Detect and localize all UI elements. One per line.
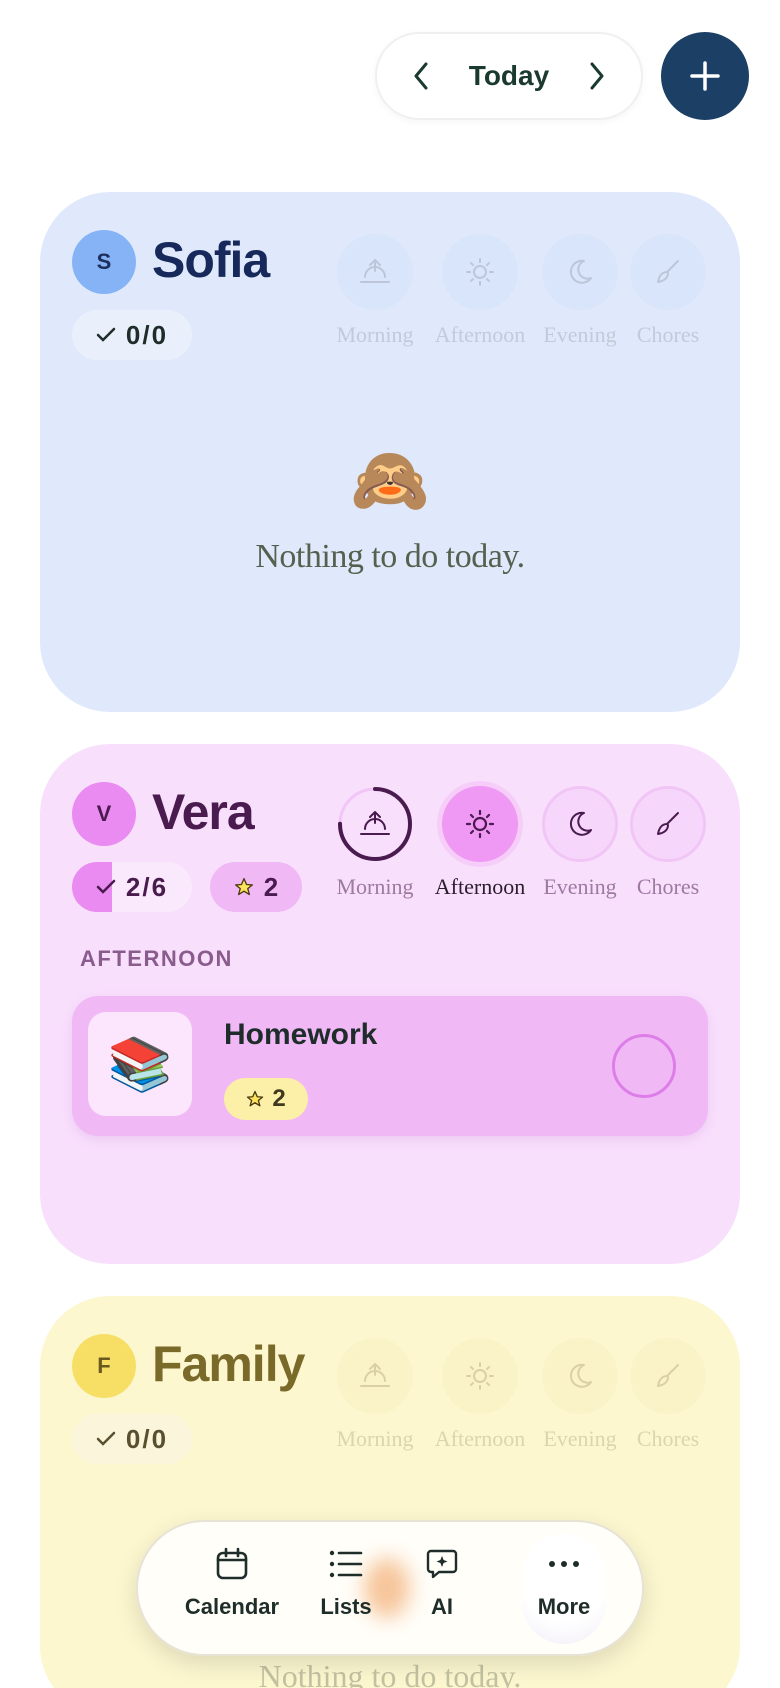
broom-icon: [657, 1364, 679, 1387]
avatar[interactable]: V: [72, 782, 136, 846]
list-icon: [329, 1550, 363, 1578]
section-heading: AFTERNOON: [80, 946, 233, 971]
next-day-button[interactable]: [579, 58, 615, 94]
monkey-emoji-icon: 🙈: [350, 444, 430, 516]
ai-chat-icon: [426, 1549, 458, 1579]
task-count: 2/6: [125, 871, 169, 902]
member-name: Vera: [152, 784, 255, 840]
chevron-right-icon: [590, 62, 604, 90]
task-title: Homework: [224, 1018, 378, 1051]
nav-calendar[interactable]: Calendar: [182, 1544, 282, 1620]
star-icon: [247, 1090, 264, 1107]
nav-more[interactable]: More: [522, 1534, 606, 1644]
moon-icon: [569, 259, 592, 284]
avatar[interactable]: S: [72, 230, 136, 294]
chevron-left-icon: [414, 62, 428, 90]
sun-icon: [466, 258, 494, 286]
member-card-vera: V Vera 2/6 2 Morning Afternoon Evening C…: [40, 744, 740, 1264]
stars-pill: 2: [210, 862, 302, 912]
more-icon: [549, 1561, 579, 1567]
sun-icon: [466, 1362, 494, 1390]
family-empty-message: Nothing to do today.: [258, 1658, 522, 1688]
period-chores[interactable]: Chores: [618, 1338, 718, 1452]
star-icon: [234, 878, 253, 896]
task-count: 0/0: [125, 319, 169, 350]
period-morning[interactable]: Morning: [325, 786, 425, 900]
broom-icon: [657, 812, 679, 835]
add-button[interactable]: [661, 32, 749, 120]
prev-day-button[interactable]: [403, 58, 439, 94]
task-count: 0/0: [125, 1423, 169, 1454]
reward-value: 2: [272, 1085, 286, 1112]
nav-lists[interactable]: Lists: [314, 1544, 378, 1620]
date-navigator: Today: [375, 32, 643, 120]
empty-state: 🙈 Nothing to do today.: [40, 442, 740, 576]
period-evening[interactable]: Evening: [530, 234, 630, 348]
sun-icon: [465, 809, 495, 839]
period-evening[interactable]: Evening: [530, 1338, 630, 1452]
moon-icon: [569, 1363, 592, 1388]
period-afternoon[interactable]: Afternoon: [430, 1338, 530, 1452]
nav-ai[interactable]: AI: [414, 1544, 470, 1620]
empty-message: Nothing to do today.: [255, 538, 525, 575]
task-complete-checkbox[interactable]: [612, 1034, 676, 1098]
reward-badge: 2: [224, 1078, 308, 1120]
broom-icon: [657, 260, 679, 283]
period-morning[interactable]: Morning: [325, 1338, 425, 1452]
member-name: Sofia: [152, 232, 270, 288]
member-card-sofia: S Sofia 0/0 Morning Afternoon Evening Ch…: [40, 192, 740, 712]
bottom-nav: Calendar Lists AI More: [136, 1520, 644, 1656]
period-afternoon[interactable]: Afternoon: [430, 786, 530, 900]
task-count-pill: 0/0: [72, 1414, 192, 1464]
period-chores[interactable]: Chores: [618, 234, 718, 348]
sunrise-icon: [360, 259, 390, 283]
date-label[interactable]: Today: [469, 60, 549, 92]
moon-icon: [569, 811, 592, 836]
sunrise-icon: [360, 811, 390, 835]
books-emoji-icon: 📚: [88, 1012, 192, 1116]
stars-count: 2: [263, 871, 279, 902]
check-icon: [96, 879, 116, 894]
member-name: Family: [152, 1336, 305, 1392]
period-afternoon[interactable]: Afternoon: [430, 234, 530, 348]
period-evening[interactable]: Evening: [530, 786, 630, 900]
check-icon: [96, 1431, 116, 1446]
task-card-homework[interactable]: 📚 Homework 2: [72, 996, 708, 1136]
check-icon: [96, 327, 116, 342]
task-count-pill: 2/6: [72, 862, 192, 912]
sunrise-icon: [360, 1363, 390, 1387]
calendar-icon: [216, 1547, 248, 1580]
plus-icon: [690, 61, 720, 91]
period-chores[interactable]: Chores: [618, 786, 718, 900]
avatar[interactable]: F: [72, 1334, 136, 1398]
period-morning[interactable]: Morning: [325, 234, 425, 348]
task-count-pill: 0/0: [72, 310, 192, 360]
